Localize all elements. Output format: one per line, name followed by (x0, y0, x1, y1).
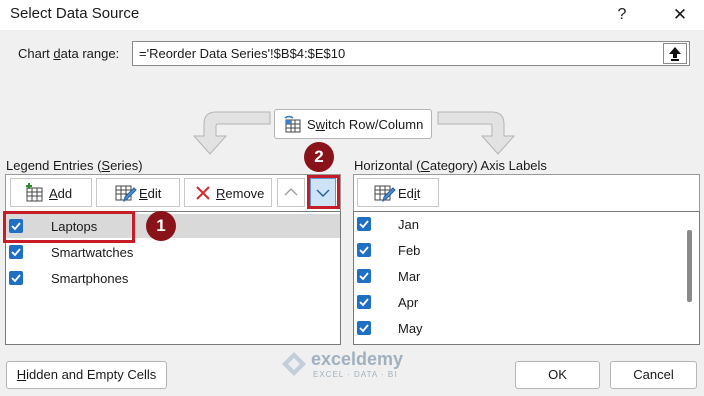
move-up-button[interactable] (277, 178, 305, 207)
edit-icon (374, 185, 396, 203)
watermark-tagline: EXCEL · DATA · BI (313, 370, 398, 379)
edit-label-rest: dit (147, 186, 162, 201)
axis-label-key: C (420, 158, 430, 173)
axis-labels-label: Horizontal (Category) Axis Labels (354, 158, 547, 173)
edit-label-key: E (139, 186, 148, 201)
range-label-key: d (53, 46, 61, 61)
axis-label-item: Jan (398, 217, 419, 232)
edit-axis-labels-button[interactable]: Edit (357, 178, 439, 207)
checkbox-checked-icon[interactable] (9, 271, 23, 285)
watermark-name: exceldemy (311, 349, 404, 369)
remove-label-rest: emove (225, 186, 265, 201)
edit-label: Edit (139, 186, 161, 201)
add-icon (26, 183, 43, 202)
help-button[interactable]: ? (608, 0, 636, 30)
edit-series-button[interactable]: Edit (96, 178, 180, 207)
highlight-laptops-box (3, 211, 135, 243)
legend-label-pre: Legend Entries ( (6, 158, 102, 173)
hidden-label-rest: idden and Empty Cells (26, 367, 157, 382)
axis-label-item: May (398, 321, 423, 336)
chart-data-range-input[interactable]: ='Reorder Data Series'!$B$4:$E$10 (132, 41, 690, 66)
chevron-up-icon (284, 188, 298, 196)
add-label-rest: dd (57, 186, 73, 201)
list-item[interactable]: Jan (354, 212, 674, 236)
checkbox-checked-icon[interactable] (357, 321, 371, 335)
close-button[interactable]: ✕ (656, 0, 704, 30)
checkbox-checked-icon[interactable] (357, 243, 371, 257)
checkbox-checked-icon[interactable] (9, 245, 23, 259)
series-label: Smartwatches (51, 245, 134, 260)
axis-label-item: Apr (398, 295, 419, 310)
ok-button[interactable]: OK (515, 361, 600, 389)
hidden-label-key: H (16, 367, 27, 382)
legend-label-post: eries) (110, 158, 143, 173)
dialog-title: Select Data Source (10, 5, 140, 22)
list-item[interactable]: Mar (354, 264, 674, 288)
axis-labels-list[interactable]: Jan Feb Mar Apr May (353, 211, 700, 345)
add-label-key: A (49, 186, 58, 201)
series-label: Smartphones (51, 271, 129, 286)
add-label: Add (49, 186, 72, 201)
list-item[interactable]: Feb (354, 238, 674, 262)
checkbox-checked-icon[interactable] (357, 217, 371, 231)
highlight-move-down-box (307, 175, 340, 209)
list-item[interactable]: Smartphones (6, 266, 340, 290)
collapse-dialog-button[interactable] (663, 43, 687, 64)
step-badge-1: 1 (146, 211, 176, 241)
axis-label-item: Mar (398, 269, 421, 284)
list-item[interactable]: Smartwatches (6, 240, 340, 264)
list-item[interactable]: Apr (354, 290, 674, 314)
right-curved-arrow-icon (437, 111, 516, 155)
switch-row-column-button[interactable]: Switch Row/Column (274, 109, 432, 139)
axis-label-item: Feb (398, 243, 421, 258)
exceldemy-watermark: exceldemy EXCEL · DATA · BI (281, 349, 429, 383)
cancel-button[interactable]: Cancel (610, 361, 697, 389)
switch-label-pre: S (307, 117, 316, 132)
switch-row-column-label: Switch Row/Column (307, 117, 423, 132)
upload-arrow-icon (669, 47, 681, 61)
legend-label-key: S (101, 158, 111, 173)
hidden-empty-cells-button[interactable]: Hidden and Empty Cells (6, 361, 167, 389)
remove-series-button[interactable]: Remove (184, 178, 272, 207)
title-bar: Select Data Source ? ✕ (0, 0, 704, 30)
axis-edit-label: Edit (398, 186, 420, 201)
exceldemy-logo-icon (282, 352, 306, 376)
add-series-button[interactable]: Add (10, 178, 92, 207)
checkbox-checked-icon[interactable] (357, 269, 371, 283)
switch-label-key: w (315, 117, 326, 132)
chart-data-range-label: Chart data range: (18, 46, 119, 61)
range-label-pre: Chart (18, 46, 54, 61)
step-badge-2: 2 (304, 142, 334, 172)
axis-edit-pre: Ed (398, 186, 414, 201)
range-label-post: ata range: (60, 46, 120, 61)
remove-label-key: R (216, 186, 226, 201)
vertical-scrollbar-thumb[interactable] (687, 230, 692, 302)
checkbox-checked-icon[interactable] (357, 295, 371, 309)
switch-label-post: itch Row/Column (325, 117, 424, 132)
list-item[interactable]: May (354, 316, 674, 340)
switch-row-column-icon (284, 115, 301, 133)
left-curved-arrow-icon (192, 111, 271, 155)
axis-edit-rest: t (416, 186, 421, 201)
legend-entries-label: Legend Entries (Series) (6, 158, 143, 173)
remove-x-icon (196, 186, 210, 200)
axis-label-post: ategory) Axis Labels (429, 158, 547, 173)
remove-label: Remove (216, 186, 264, 201)
axis-label-pre: Horizontal ( (354, 158, 421, 173)
edit-icon (115, 185, 137, 203)
